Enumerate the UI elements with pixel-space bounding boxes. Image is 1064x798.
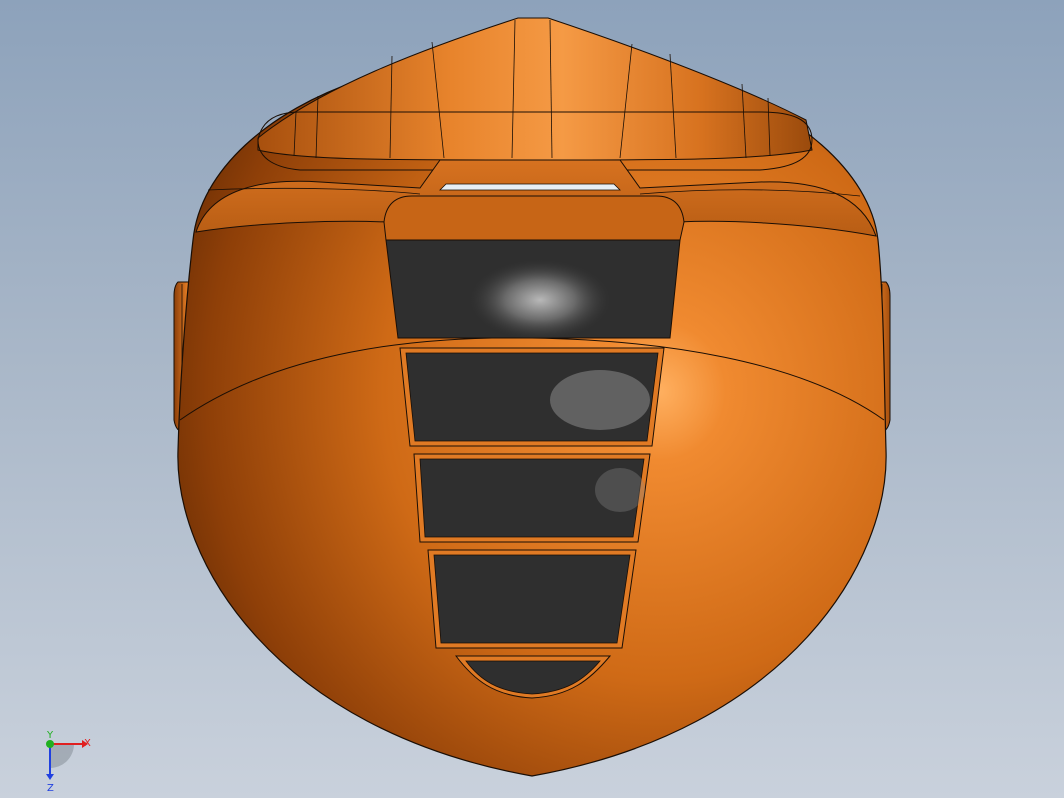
triad-quadrant xyxy=(50,744,74,768)
visor-glass-top[interactable] xyxy=(385,239,681,340)
visor-glint xyxy=(595,468,645,512)
visor-top-frame[interactable] xyxy=(383,195,685,241)
axis-triad: X Y Z xyxy=(46,730,91,794)
x-axis-label: X xyxy=(84,738,91,749)
z-axis-label: Z xyxy=(47,783,54,794)
y-axis-dot xyxy=(46,740,54,748)
3d-viewport[interactable]: X Y Z xyxy=(0,0,1064,798)
visor-slat-glass[interactable] xyxy=(433,554,631,644)
crown-ridge[interactable] xyxy=(257,17,813,161)
y-axis-label: Y xyxy=(46,730,54,741)
visor-glint xyxy=(550,370,650,430)
